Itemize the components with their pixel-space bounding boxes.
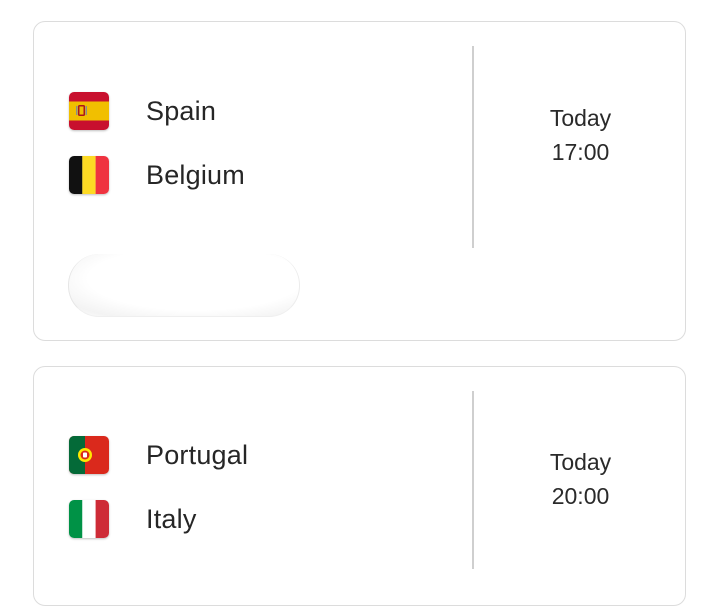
- team-name-home: Spain: [146, 95, 217, 126]
- obscured-area: [68, 254, 300, 317]
- kickoff-time: 20:00: [551, 483, 610, 509]
- team-name-home: Portugal: [146, 439, 249, 470]
- team-row-away: Italy: [69, 498, 197, 540]
- team-row-home: Spain: [69, 90, 216, 132]
- kickoff-time-block: Today 20:00: [488, 445, 673, 513]
- team-row-home: Portugal: [69, 434, 248, 476]
- kickoff-day: Today: [549, 105, 612, 131]
- match-card[interactable]: Portugal Italy Today 20:00: [33, 366, 686, 606]
- kickoff-day: Today: [549, 449, 612, 475]
- team-row-away: Belgium: [69, 154, 245, 196]
- portugal-flag-icon: [69, 436, 109, 474]
- match-card[interactable]: Spain Belgium Today 17:00: [33, 21, 686, 341]
- italy-flag-icon: [69, 500, 109, 538]
- team-name-away: Italy: [146, 503, 197, 534]
- team-name-away: Belgium: [146, 159, 245, 190]
- belgium-flag-icon: [69, 156, 109, 194]
- kickoff-time: 17:00: [551, 139, 610, 165]
- card-divider: [472, 46, 474, 248]
- spain-flag-icon: [69, 92, 109, 130]
- kickoff-time-block: Today 17:00: [488, 101, 673, 169]
- card-divider: [472, 391, 474, 569]
